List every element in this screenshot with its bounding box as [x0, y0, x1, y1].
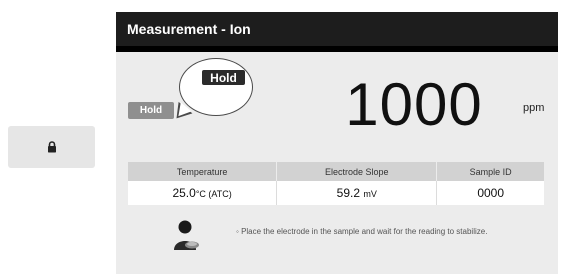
reading-unit: ppm: [523, 102, 545, 114]
page-title: Measurement - Ion: [127, 21, 251, 37]
slope-value: 59.2: [336, 186, 361, 200]
slope-cell: 59.2 mV: [276, 181, 438, 205]
instruction-text: ◦ Place the electrode in the sample and …: [236, 227, 488, 236]
lock-button[interactable]: [8, 126, 95, 168]
lock-icon: [47, 141, 56, 153]
hold-callout: [179, 58, 253, 116]
temperature-unit: °C (ATC): [195, 189, 232, 199]
info-table: Temperature Electrode Slope Sample ID 25…: [128, 162, 544, 205]
measurement-panel: Measurement - Ion Hold Hold 1000 ppm Tem…: [116, 12, 558, 274]
title-bar: Measurement - Ion: [116, 12, 558, 52]
slope-unit: mV: [363, 189, 377, 199]
hold-key-label: Hold: [202, 70, 245, 85]
temperature-header: Temperature: [128, 162, 278, 181]
sample-id-header: Sample ID: [436, 162, 544, 181]
temperature-cell: 25.0°C (ATC): [128, 181, 278, 205]
slope-header: Electrode Slope: [276, 162, 438, 181]
instruction-message: Place the electrode in the sample and wa…: [241, 227, 488, 236]
operator-icon: [174, 220, 199, 250]
reading-value: 1000: [345, 71, 483, 138]
instruction-area: ◦ Place the electrode in the sample and …: [128, 208, 544, 258]
table-header-row: Temperature Electrode Slope Sample ID: [128, 162, 544, 181]
temperature-value: 25.0: [172, 186, 196, 200]
table-row: 25.0°C (ATC) 59.2 mV 0000: [128, 181, 544, 205]
hold-status-badge: Hold: [128, 102, 174, 119]
sample-id-cell: 0000: [436, 181, 544, 205]
